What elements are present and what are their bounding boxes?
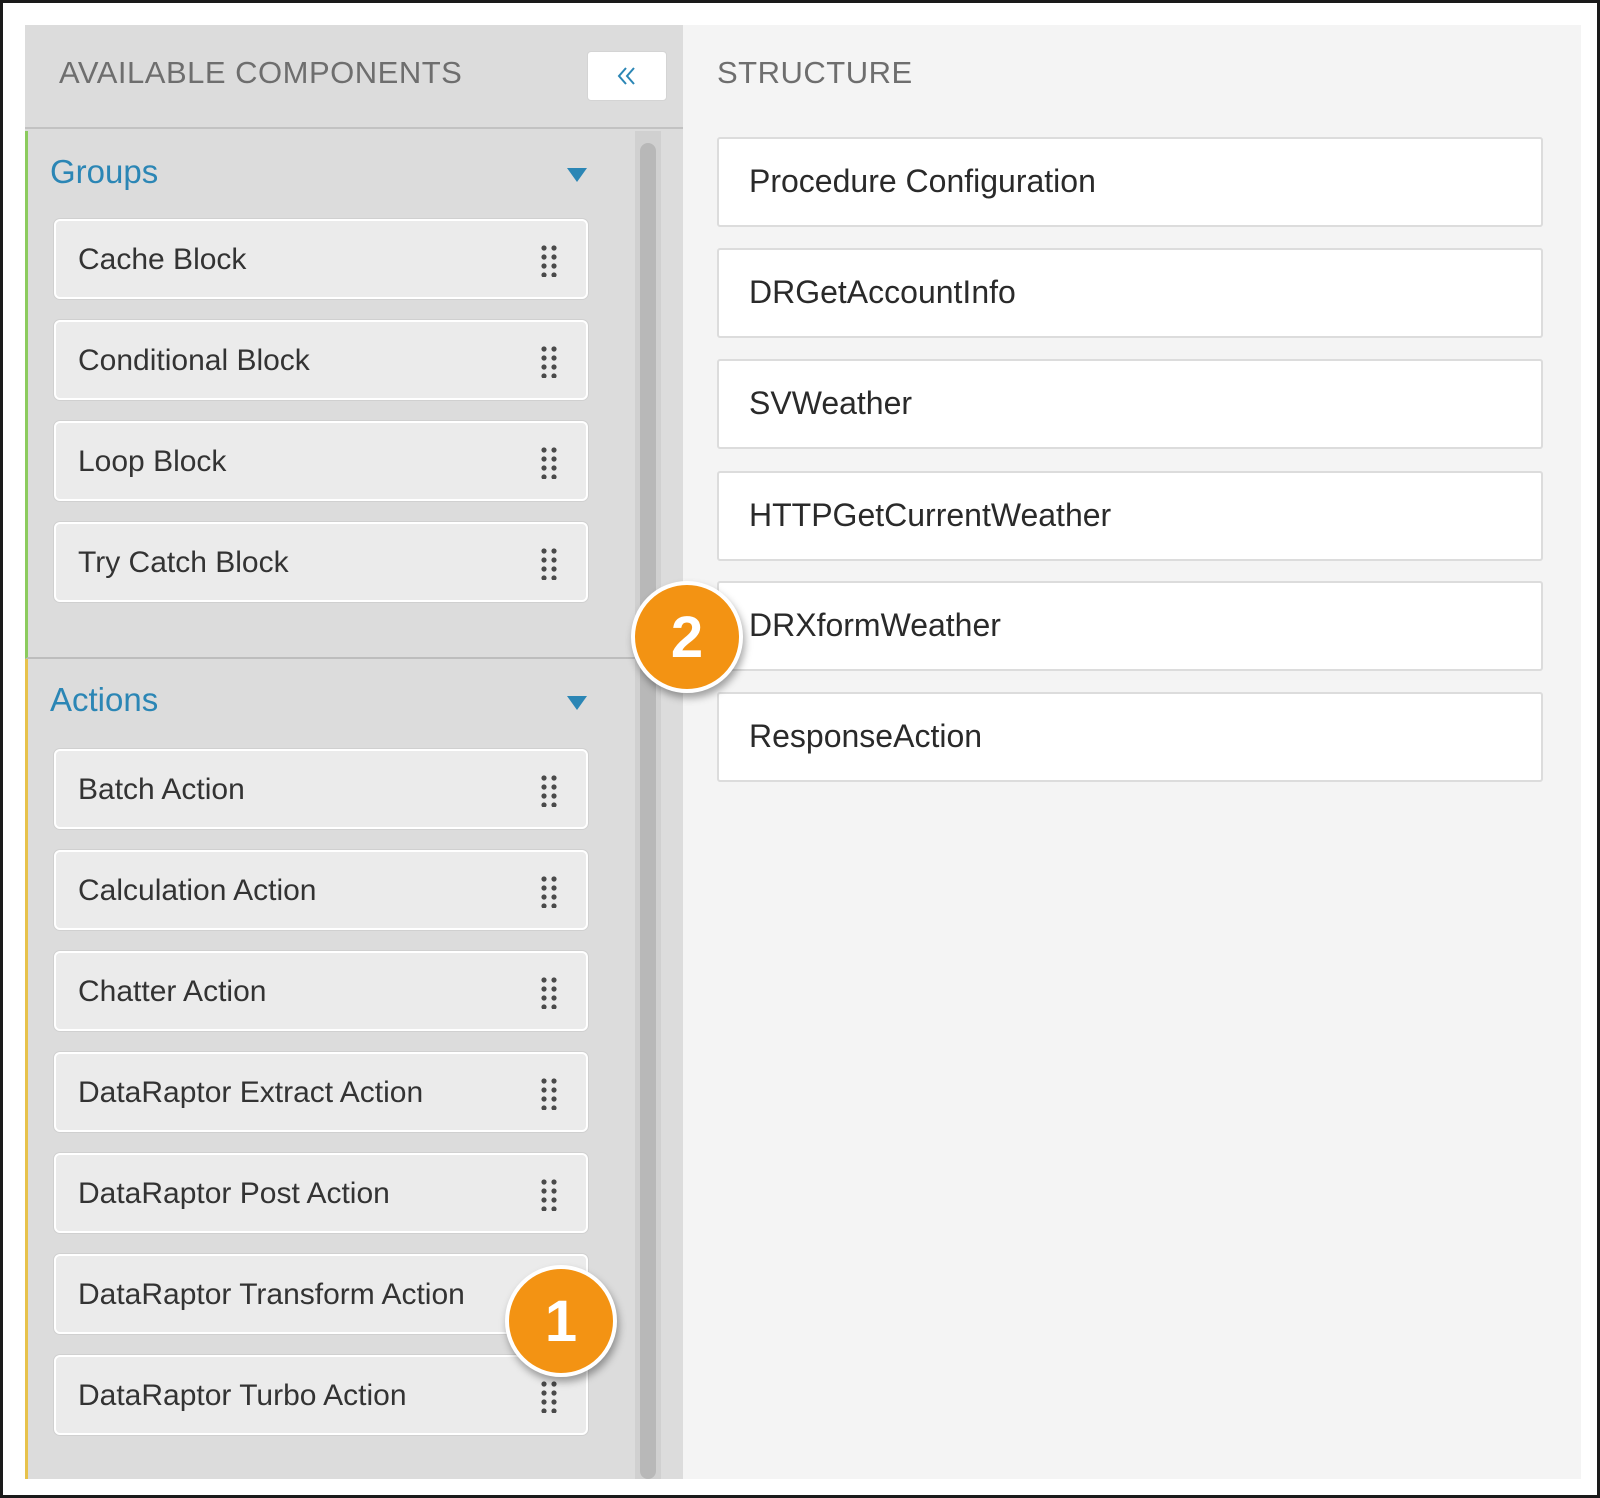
structure-item-label: ResponseAction (749, 718, 983, 754)
component-label: Chatter Action (78, 975, 267, 1008)
structure-item-responseaction[interactable]: ResponseAction (717, 692, 1543, 782)
groups-section-title: Groups (50, 153, 159, 190)
structure-item-procedure-configuration[interactable]: Procedure Configuration (717, 137, 1543, 227)
drag-handle-icon[interactable] (540, 346, 558, 378)
structure-item-svweather[interactable]: SVWeather (717, 359, 1543, 449)
available-components-header: AVAILABLE COMPONENTS (25, 25, 683, 129)
actions-section-header[interactable]: Actions (28, 659, 635, 747)
actions-section-title: Actions (50, 681, 159, 718)
structure-item-label: Procedure Configuration (749, 163, 1096, 199)
collapse-panel-button[interactable] (587, 51, 667, 101)
drag-handle-icon[interactable] (540, 245, 558, 277)
caret-down-icon[interactable] (566, 167, 588, 183)
structure-item-label: HTTPGetCurrentWeather (749, 497, 1112, 533)
component-label: DataRaptor Transform Action (78, 1278, 465, 1311)
component-label: DataRaptor Extract Action (78, 1076, 424, 1109)
structure-item-httpgetcurrentweather[interactable]: HTTPGetCurrentWeather (717, 471, 1543, 561)
component-loop-block[interactable]: Loop Block (54, 421, 588, 501)
structure-item-drgetaccountinfo[interactable]: DRGetAccountInfo (717, 248, 1543, 338)
drag-handle-icon[interactable] (540, 548, 558, 580)
structure-title: STRUCTURE (717, 55, 913, 90)
groups-section: Groups Cache Block Conditional Block Loo… (25, 131, 635, 659)
drag-handle-icon[interactable] (540, 447, 558, 479)
component-cache-block[interactable]: Cache Block (54, 219, 588, 299)
component-try-catch-block[interactable]: Try Catch Block (54, 522, 588, 602)
component-label: DataRaptor Post Action (78, 1177, 390, 1210)
structure-item-label: SVWeather (749, 385, 913, 421)
screenshot-frame: AVAILABLE COMPONENTS Groups Cache Block … (0, 0, 1600, 1498)
drag-handle-icon[interactable] (540, 876, 558, 908)
drag-handle-icon[interactable] (540, 977, 558, 1009)
callout-badge-1: 1 (505, 1265, 617, 1377)
component-label: Batch Action (78, 773, 245, 806)
groups-section-header[interactable]: Groups (28, 131, 635, 219)
component-dataraptor-post-action[interactable]: DataRaptor Post Action (54, 1153, 588, 1233)
drag-handle-icon[interactable] (540, 1381, 558, 1413)
drag-handle-icon[interactable] (540, 775, 558, 807)
component-chatter-action[interactable]: Chatter Action (54, 951, 588, 1031)
component-dataraptor-extract-action[interactable]: DataRaptor Extract Action (54, 1052, 588, 1132)
structure-item-label: DRXformWeather (749, 607, 1001, 643)
drag-handle-icon[interactable] (540, 1078, 558, 1110)
component-label: Try Catch Block (78, 546, 289, 579)
component-label: DataRaptor Turbo Action (78, 1379, 407, 1412)
structure-item-label: DRGetAccountInfo (749, 274, 1016, 310)
component-batch-action[interactable]: Batch Action (54, 749, 588, 829)
component-label: Cache Block (78, 243, 247, 276)
callout-badge-2: 2 (631, 581, 743, 693)
double-chevron-left-icon (617, 67, 635, 85)
structure-item-drxformweather[interactable]: DRXformWeather (717, 581, 1543, 671)
available-components-title: AVAILABLE COMPONENTS (59, 55, 463, 90)
vertical-scrollbar[interactable] (635, 131, 661, 1479)
component-calculation-action[interactable]: Calculation Action (54, 850, 588, 930)
component-conditional-block[interactable]: Conditional Block (54, 320, 588, 400)
caret-down-icon[interactable] (566, 695, 588, 711)
available-components-panel: AVAILABLE COMPONENTS Groups Cache Block … (25, 25, 683, 1479)
drag-handle-icon[interactable] (540, 1179, 558, 1211)
component-label: Calculation Action (78, 874, 317, 907)
component-label: Loop Block (78, 445, 227, 478)
structure-panel: STRUCTURE Procedure Configuration DRGetA… (683, 25, 1581, 1479)
component-label: Conditional Block (78, 344, 310, 377)
scrollbar-thumb[interactable] (640, 143, 656, 1479)
component-dataraptor-turbo-action[interactable]: DataRaptor Turbo Action (54, 1355, 588, 1435)
